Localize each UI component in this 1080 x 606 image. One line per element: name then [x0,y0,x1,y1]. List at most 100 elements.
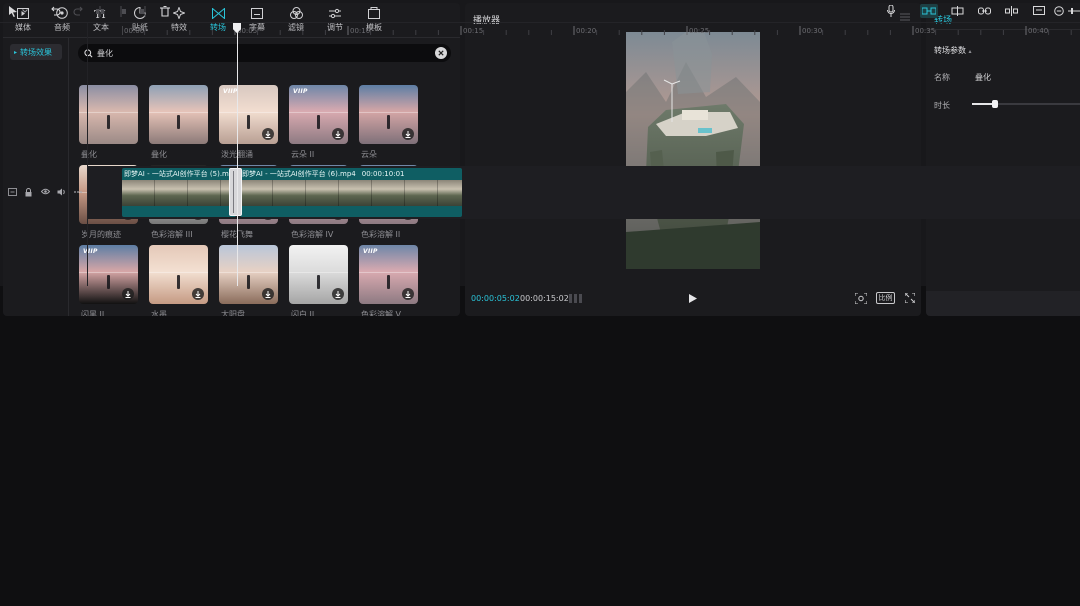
ruler-label: 00:30 [802,27,823,35]
split-right-icon [140,5,146,17]
download-icon [335,130,341,138]
effect-tile[interactable] [359,85,418,144]
download-button[interactable] [192,288,204,300]
effect-tile[interactable] [289,245,348,304]
name-key: 名称 [934,73,950,82]
link-button[interactable] [978,4,991,18]
download-button[interactable] [332,288,344,300]
effect-tile[interactable]: VIIP [219,85,278,144]
sidebar-item-label: 转场效果 [20,47,53,57]
split-button[interactable] [96,4,104,18]
clip-thumbnail [273,180,306,206]
figure-silhouette [387,115,390,129]
zoom-out-button[interactable] [1054,4,1064,18]
name-value: 叠化 [975,73,991,82]
track-lock-icon[interactable] [25,188,32,198]
effect-tile[interactable] [219,245,278,304]
timecode-format-icon[interactable] [569,294,583,303]
video-clip[interactable]: 即梦AI - 一站式AI创作平台 (5).mp4 [122,168,236,217]
zoom-slider-knob-icon [1068,8,1080,14]
download-button[interactable] [402,128,414,140]
effect-tile[interactable] [149,245,208,304]
track-volume-icon[interactable] [57,188,66,198]
effect-label: 色彩溶解 IV [291,230,334,239]
fullscreen-button[interactable] [905,293,915,303]
figure-silhouette [387,275,390,289]
figure-silhouette [177,275,180,289]
effect-label: 叠化 [151,150,167,159]
track-cover-icon[interactable] [8,188,17,198]
horizon-line [149,112,208,113]
horizon-line [289,272,348,273]
clip-header: 即梦AI - 一站式AI创作平台 (6).mp4 00:00:10:01 [242,168,404,180]
track-visibility-icon[interactable] [41,188,50,198]
horizon-line [359,112,418,113]
split-left-button[interactable] [118,4,126,18]
toolbar-item-label: 媒体 [15,23,31,32]
ruler-label: 00:35 [915,27,936,35]
ruler-label: 00:40 [1028,27,1049,35]
cursor-icon [9,5,17,17]
caption-button[interactable] [1033,4,1045,18]
effect-label: 闪白 II [291,310,315,316]
figure-silhouette [317,115,320,129]
redo-button[interactable] [73,4,83,18]
ruler-label: 00:20 [576,27,597,35]
clip-thumbnail [372,180,405,206]
effect-tile[interactable] [149,85,208,144]
slider-knob[interactable] [991,100,998,108]
figure-silhouette [177,115,180,129]
effect-label: 太阳盘 [221,310,245,316]
clear-search-button[interactable] [435,47,447,59]
main-track-magnet-button[interactable] [920,4,938,18]
axis-icon [1005,6,1018,16]
sidebar-item-transition-effects[interactable]: ▸ 转场效果 [10,44,62,60]
effect-label: 色彩溶解 V [361,310,402,316]
clip-duration: 00:00:10:01 [361,170,405,178]
ruler-label: 00:00 [124,27,145,35]
microphone-button[interactable] [887,4,895,18]
ruler-label: 00:15 [463,27,484,35]
clip-thumbnail [188,180,221,206]
undo-icon [51,6,61,16]
video-preview [626,32,760,269]
split-right-button[interactable] [140,4,148,18]
download-button[interactable] [332,128,344,140]
undo-button[interactable] [51,4,61,18]
video-clip[interactable]: 即梦AI - 一站式AI创作平台 (6).mp4 00:00:10:01 [240,168,462,217]
fit-screen-button[interactable] [855,293,867,304]
track-more-icon[interactable] [74,188,82,198]
magnet-icon [922,7,936,15]
duration-slider[interactable] [972,99,1080,109]
caret-up-icon: ▴ [968,48,972,55]
select-tool-button[interactable] [9,4,28,18]
effect-tile[interactable]: VIIP [359,245,418,304]
playhead[interactable] [233,23,241,286]
download-button[interactable] [262,288,274,300]
props-section-title[interactable]: 转场参数 ▴ [934,45,972,56]
play-button[interactable] [689,294,697,303]
effects-panel: 媒体 音频 TI 文本 贴纸 特效 转场 字幕 滤镜 调节 模板 ▸ 转场效果 叠化 叠化 叠化 VII… [3,3,460,316]
download-button[interactable] [122,288,134,300]
effect-label: 岁月的痕迹 [81,230,121,239]
split-left-icon [120,5,126,17]
template-icon [356,6,392,20]
preview-axis-button[interactable] [1005,4,1018,18]
ratio-button[interactable]: 比例 [876,292,895,304]
figure-silhouette [247,275,250,289]
effect-tile[interactable]: VIIP [289,85,348,144]
delete-button[interactable] [160,4,170,18]
caption-icon [1033,6,1045,15]
horizon-line [149,272,208,273]
zoom-slider[interactable] [1068,4,1080,18]
download-button[interactable] [262,128,274,140]
search-icon [84,48,93,58]
snap-button[interactable] [951,4,964,18]
search-input[interactable]: 叠化 [78,44,451,62]
download-button[interactable] [402,288,414,300]
effect-label: 泼光翻涌 [221,149,291,160]
player-menu-icon[interactable] [900,13,910,21]
download-icon [265,290,271,298]
clip-thumbnails [240,180,462,206]
redo-icon [73,6,83,16]
